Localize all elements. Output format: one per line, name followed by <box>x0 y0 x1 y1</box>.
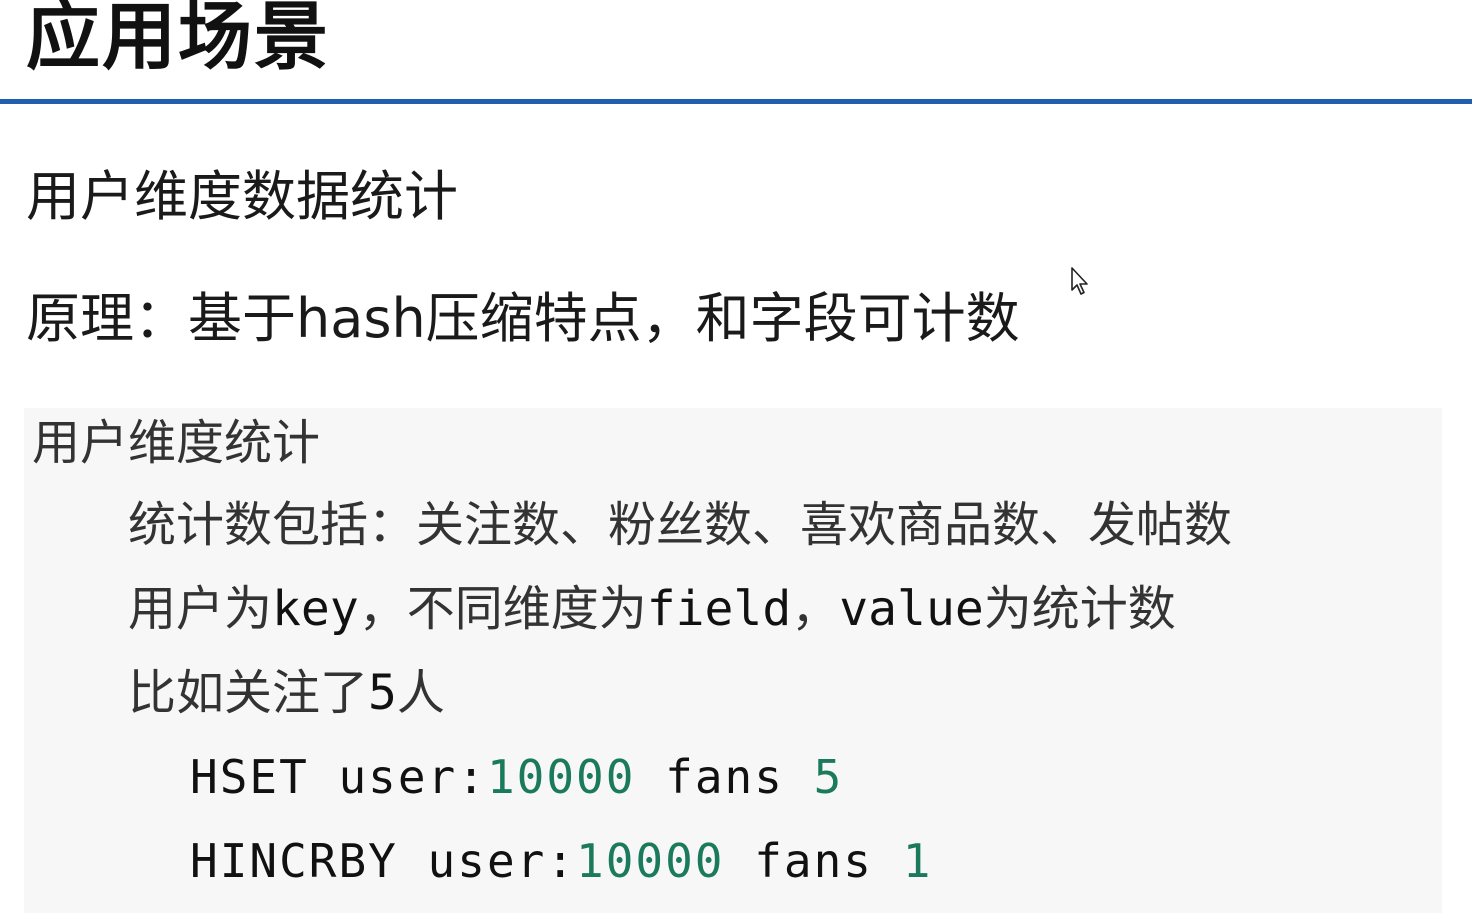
code-line-stats: 统计数包括：关注数、粉丝数、喜欢商品数、发帖数 <box>128 497 1233 553</box>
code-block: 用户维度统计 统计数包括：关注数、粉丝数、喜欢商品数、发帖数 用户为key，不同… <box>24 408 1442 913</box>
text-fragment: ， <box>791 581 840 637</box>
example-number: 5 <box>368 665 397 721</box>
field-name: fans <box>724 834 903 888</box>
text-fragment: 用户为 <box>128 581 273 637</box>
command-name: HSET user: <box>190 750 487 804</box>
code-heading: 用户维度统计 <box>32 415 321 471</box>
field-value: 1 <box>902 834 933 888</box>
title-divider <box>0 99 1472 104</box>
user-id: 10000 <box>576 834 725 888</box>
section-subtitle: 用户维度数据统计 <box>26 165 458 228</box>
code-line-example: 比如关注了5人 <box>128 661 445 725</box>
code-line-key-field: 用户为key，不同维度为field，value为统计数 <box>128 577 1176 641</box>
command-hincrby: HINCRBY user:10000 fans 1 <box>190 829 932 893</box>
command-hset: HSET user:10000 fans 5 <box>190 745 843 809</box>
keyword-key: key <box>272 581 359 637</box>
keyword-field: field <box>646 581 792 637</box>
text-fragment: 比如关注了 <box>128 665 369 721</box>
mouse-pointer-icon <box>1071 267 1088 295</box>
field-name: fans <box>635 750 814 804</box>
field-value: 5 <box>813 750 844 804</box>
text-fragment: 人 <box>396 665 445 721</box>
text-fragment: ，不同维度为 <box>358 581 647 637</box>
text-fragment: 为统计数 <box>983 581 1176 637</box>
page-title: 应用场景 <box>26 0 330 80</box>
principle-text: 原理：基于hash压缩特点，和字段可计数 <box>26 287 1020 350</box>
keyword-value: value <box>839 581 984 637</box>
command-name: HINCRBY user: <box>190 834 577 888</box>
user-id: 10000 <box>486 750 636 804</box>
